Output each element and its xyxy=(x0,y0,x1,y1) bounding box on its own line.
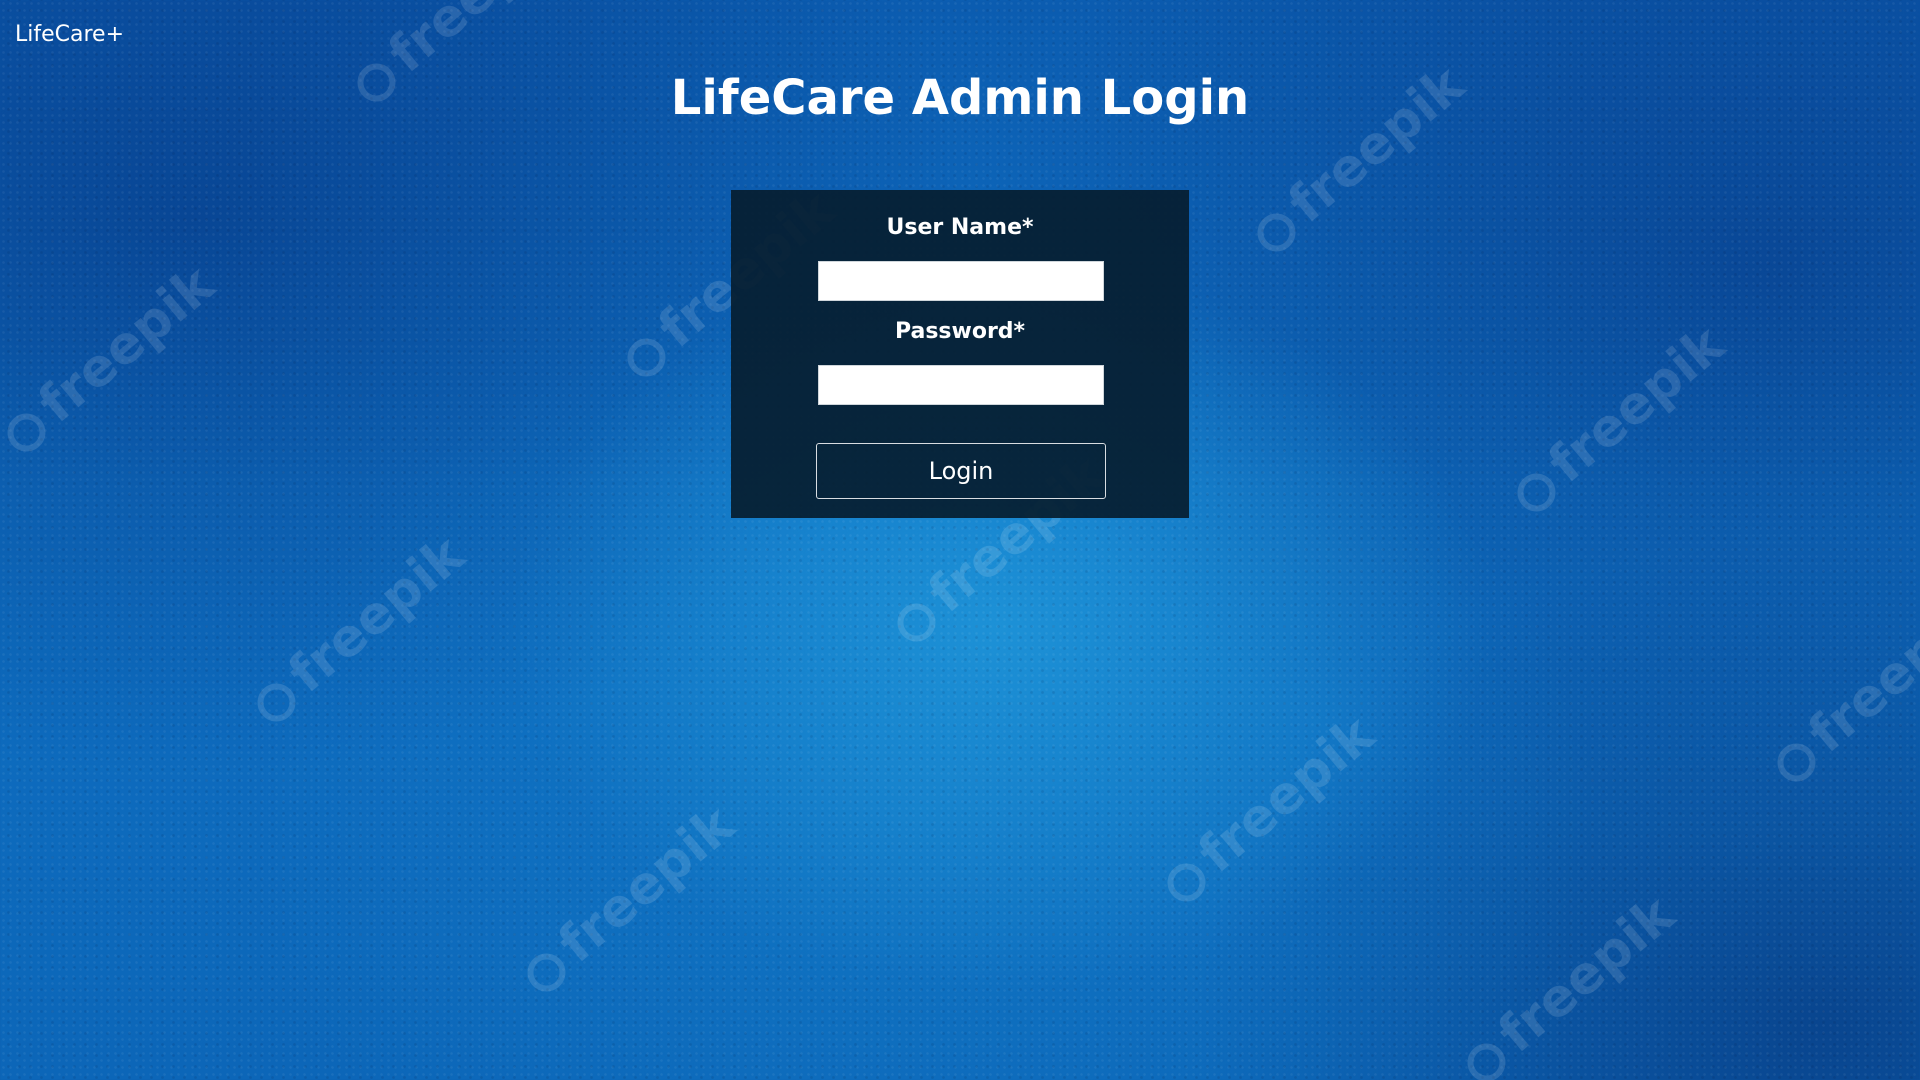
brand-name[interactable]: LifeCare+ xyxy=(15,22,124,47)
watermark: freepik xyxy=(1501,315,1736,526)
background-texture xyxy=(0,0,1920,1080)
username-input[interactable] xyxy=(818,261,1104,301)
watermark-icon xyxy=(1159,855,1214,910)
watermark-icon xyxy=(619,330,674,385)
login-panel: User Name* Password* Login xyxy=(731,190,1189,518)
watermark: freepik xyxy=(1451,885,1686,1080)
page-title: LifeCare Admin Login xyxy=(670,70,1250,126)
watermark-icon xyxy=(1459,1035,1514,1080)
watermark-icon xyxy=(1509,465,1564,520)
watermark-icon xyxy=(1249,205,1304,260)
watermark-icon xyxy=(1769,735,1824,790)
watermark-icon xyxy=(519,945,574,1000)
watermark: freepik xyxy=(0,255,226,466)
watermark: freepik xyxy=(1761,585,1920,796)
watermark-icon xyxy=(249,675,304,730)
watermark: freepik xyxy=(1151,705,1386,916)
watermark: freepik xyxy=(241,525,476,736)
login-button[interactable]: Login xyxy=(816,443,1106,499)
watermark: freepik xyxy=(511,795,746,1006)
password-label: Password* xyxy=(894,319,1026,344)
username-label: User Name* xyxy=(886,215,1034,240)
watermark-icon xyxy=(889,595,944,650)
watermark-icon xyxy=(0,405,54,460)
password-input[interactable] xyxy=(818,365,1104,405)
